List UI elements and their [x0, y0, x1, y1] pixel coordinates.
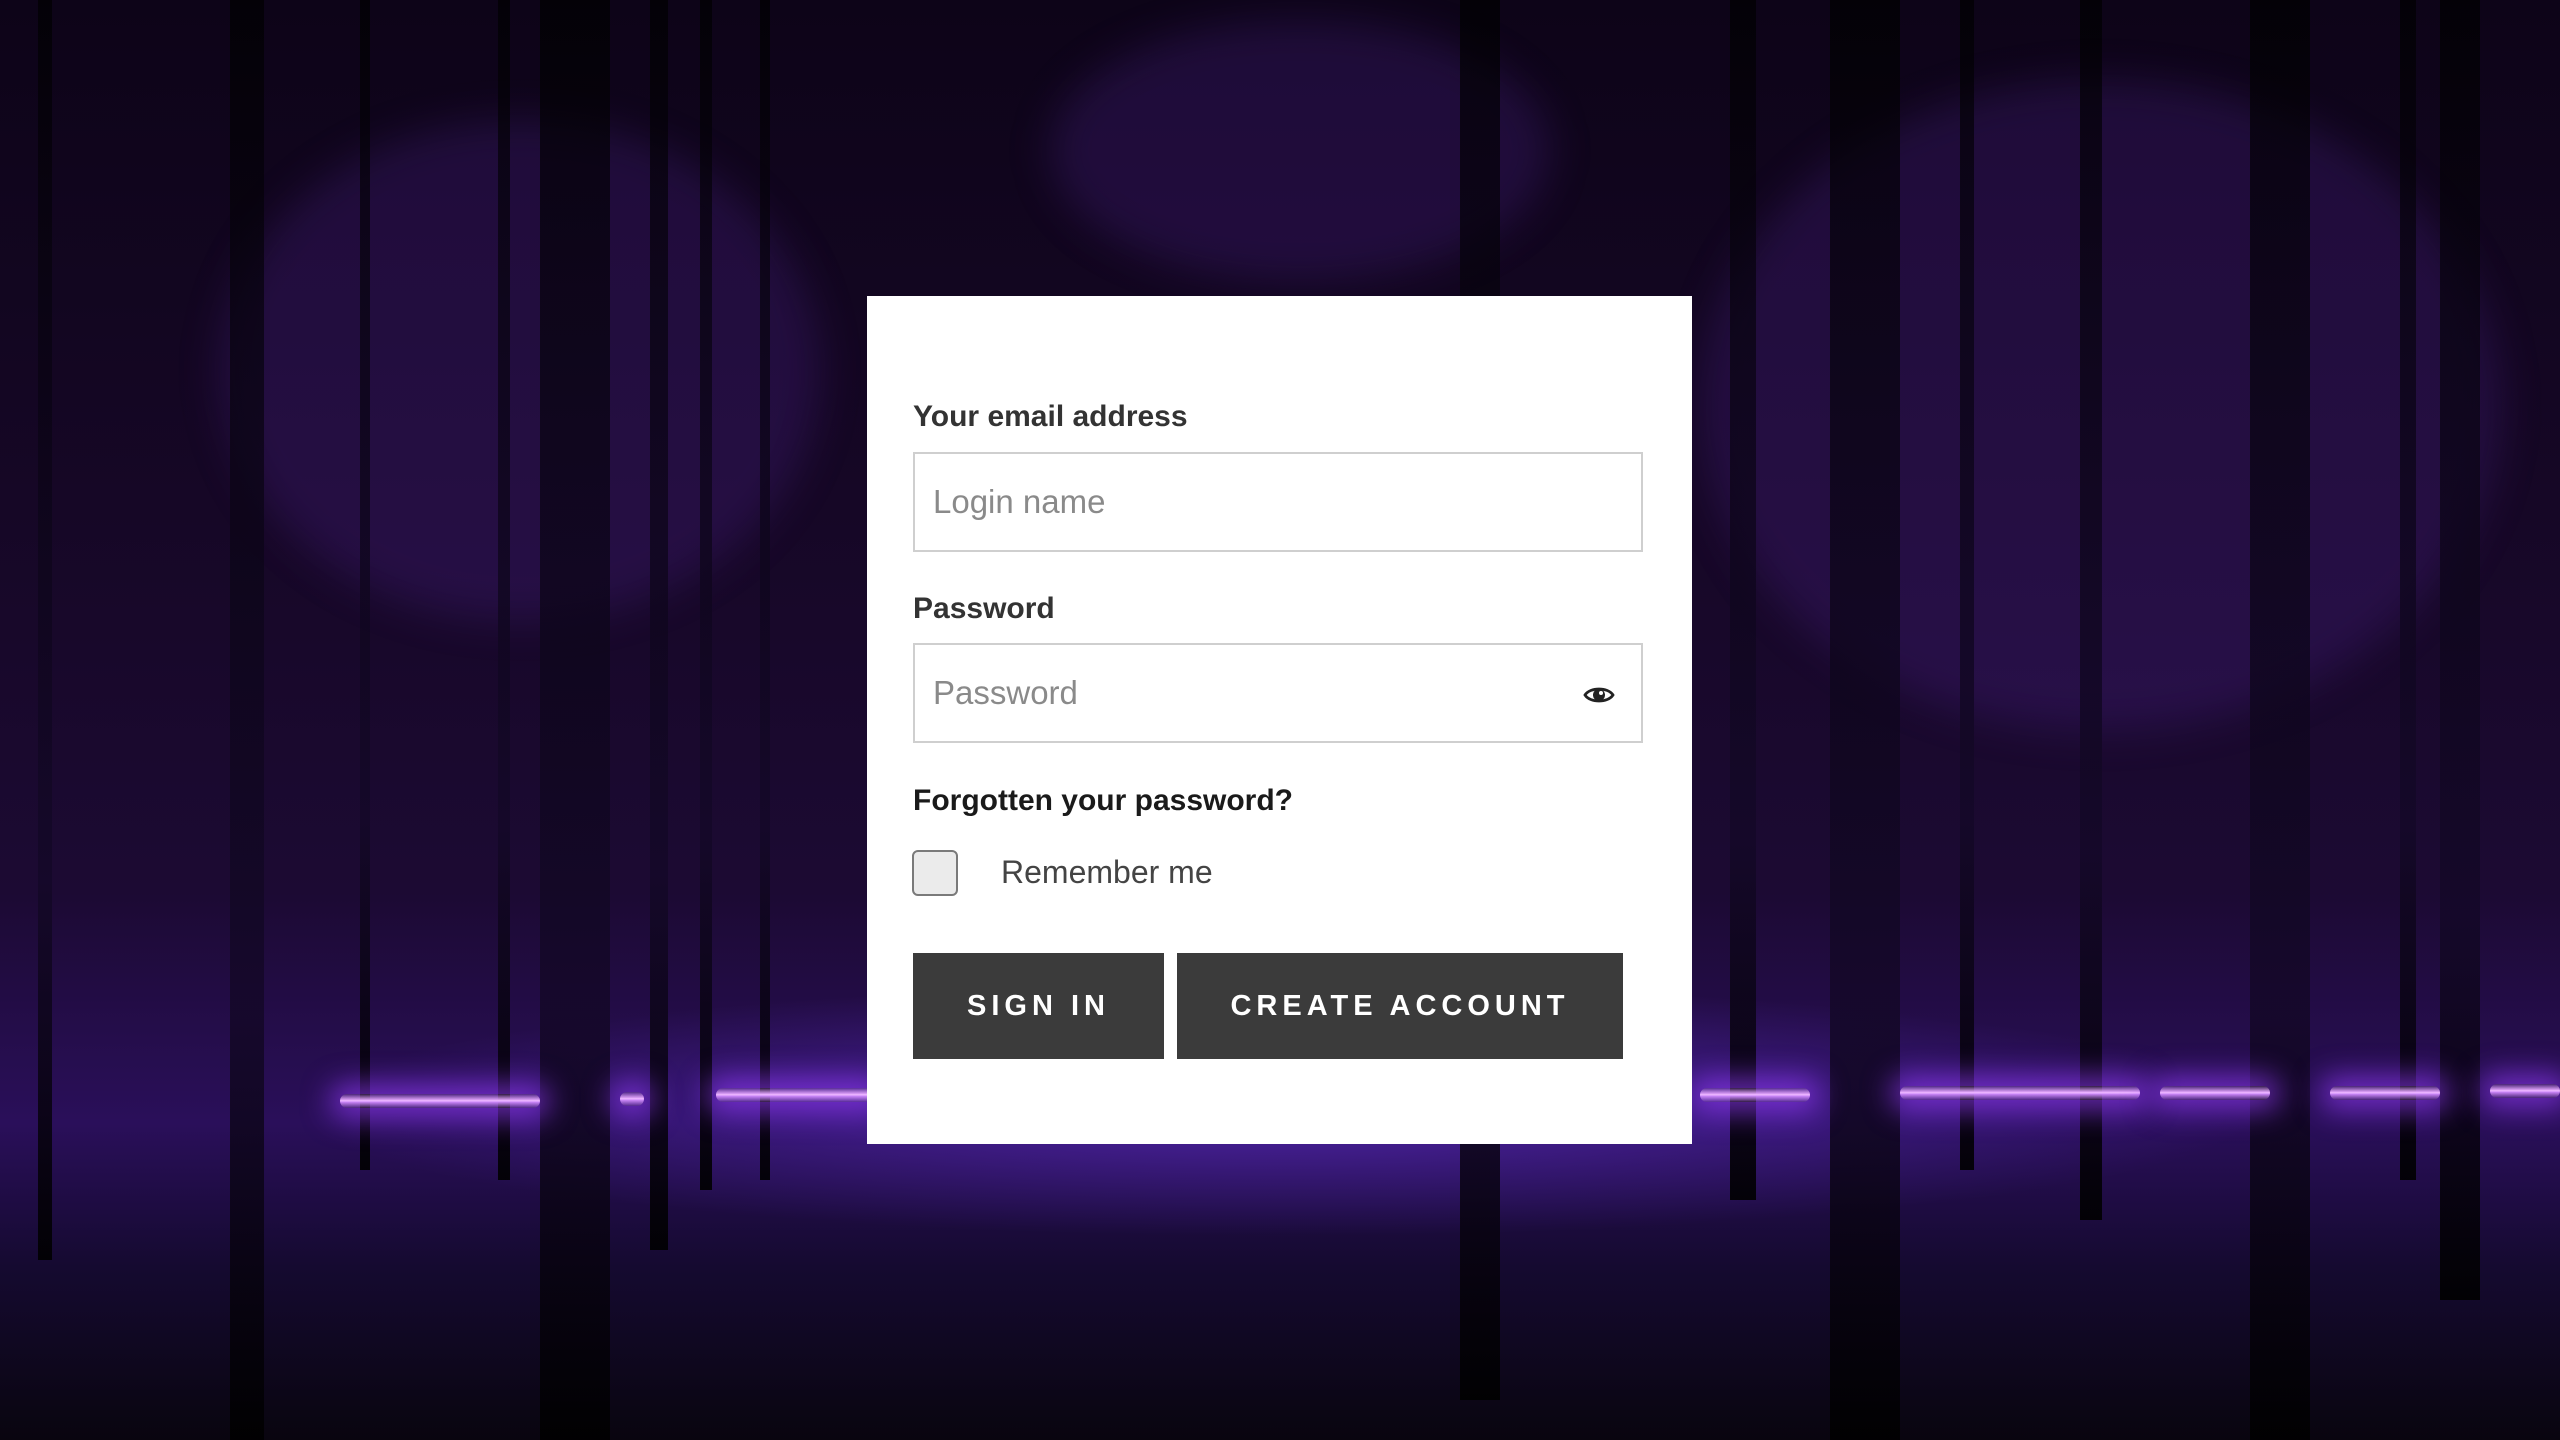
tree-trunk: [650, 0, 668, 1250]
light-line-right: [2160, 1086, 2270, 1100]
forgot-password-link[interactable]: Forgotten your password?: [913, 784, 1293, 818]
tree-trunk: [1960, 0, 1974, 1170]
remember-me-checkbox[interactable]: [912, 850, 958, 896]
foliage-glow-left: [220, 120, 820, 620]
light-line-right: [1900, 1086, 2140, 1100]
email-field-container: [913, 452, 1643, 552]
tree-trunk: [360, 0, 370, 1170]
tree-trunk: [38, 0, 52, 1260]
light-line-left: [620, 1092, 644, 1106]
sign-in-button[interactable]: SIGN IN: [913, 953, 1164, 1059]
light-line-left: [716, 1088, 876, 1102]
tree-trunk: [2250, 0, 2310, 1440]
light-line-right: [2490, 1084, 2560, 1098]
tree-trunk: [760, 0, 770, 1180]
light-line-left: [340, 1094, 540, 1108]
create-account-button[interactable]: CREATE ACCOUNT: [1177, 953, 1623, 1059]
light-line-right: [1700, 1088, 1810, 1102]
tree-trunk: [230, 0, 264, 1440]
tree-trunk: [1830, 0, 1900, 1440]
email-input[interactable]: [915, 454, 1641, 550]
tree-trunk: [2400, 0, 2416, 1180]
tree-trunk: [540, 0, 610, 1440]
password-input[interactable]: [915, 645, 1641, 741]
password-field-container: [913, 643, 1643, 743]
tree-trunk: [2080, 0, 2102, 1220]
tree-trunk: [1730, 0, 1756, 1200]
password-label: Password: [913, 592, 1055, 625]
email-label: Your email address: [913, 400, 1188, 433]
tree-trunk: [700, 0, 712, 1190]
tree-trunk: [498, 0, 510, 1180]
eye-icon[interactable]: [1583, 679, 1615, 711]
login-card: Your email address Password Forgotten yo…: [867, 296, 1692, 1144]
light-line-right: [2330, 1086, 2440, 1100]
remember-me-label: Remember me: [1001, 854, 1213, 890]
tree-trunk: [2440, 0, 2480, 1300]
